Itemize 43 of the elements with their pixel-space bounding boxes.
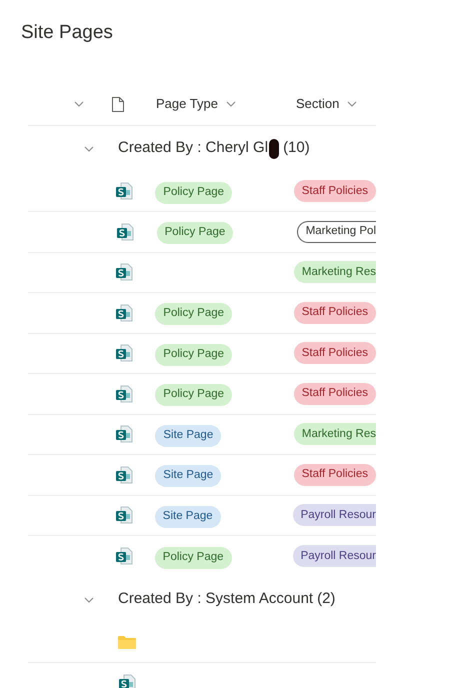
section-tag: Payroll Resour (292, 504, 376, 526)
page-icon (115, 304, 134, 322)
page-type-tag: Policy Page (154, 546, 232, 569)
file-type-icon (112, 96, 124, 112)
section-tag: Staff Policies (294, 180, 376, 202)
group-chevron-icon[interactable] (84, 596, 94, 602)
section-tag: Marketing Pol (296, 220, 376, 243)
page-icon (115, 344, 134, 362)
page-icon (114, 547, 133, 566)
page-type-tag: Site Page (155, 424, 222, 447)
group-heading: Created By : Cheryl Gl (118, 138, 268, 158)
page-type-tag: Policy Page (155, 182, 232, 204)
group-heading: Created By : System Account (118, 589, 314, 610)
group-count: (10) (283, 138, 310, 158)
page-icon (116, 222, 134, 241)
page-icon (115, 263, 134, 282)
section-tag: Staff Policies (294, 342, 376, 364)
page-icon (115, 466, 134, 484)
page-icon (114, 506, 133, 524)
expand-all-chevron-icon[interactable] (74, 101, 84, 107)
page-type-tag: Policy Page (155, 344, 232, 366)
page-title: Site Pages (20, 21, 113, 45)
page-icon (115, 384, 134, 403)
page-type-tag: Policy Page (155, 303, 232, 326)
page-type-tag: Site Page (155, 465, 222, 488)
column-header[interactable]: Page Type (156, 94, 236, 114)
sort-chevron-icon[interactable] (226, 101, 236, 107)
section-tag: Marketing Res (294, 423, 376, 446)
page-type-tag: Policy Page (155, 384, 232, 406)
section-tag: Staff Policies (294, 382, 376, 405)
section-tag: Payroll Resour (292, 545, 376, 568)
page-icon (115, 425, 134, 444)
column-header[interactable]: Section (296, 94, 358, 114)
section-tag: Staff Policies (294, 302, 376, 324)
sort-chevron-icon[interactable] (347, 101, 358, 107)
group-chevron-icon[interactable] (84, 146, 94, 152)
folder-icon (118, 635, 136, 650)
page-type-tag: Site Page (154, 506, 221, 528)
page-icon (115, 182, 134, 200)
section-tag: Staff Policies (294, 464, 376, 486)
group-count: (2) (317, 589, 336, 610)
page-type-tag: Policy Page (156, 222, 234, 244)
section-tag: Marketing Res (294, 261, 376, 284)
